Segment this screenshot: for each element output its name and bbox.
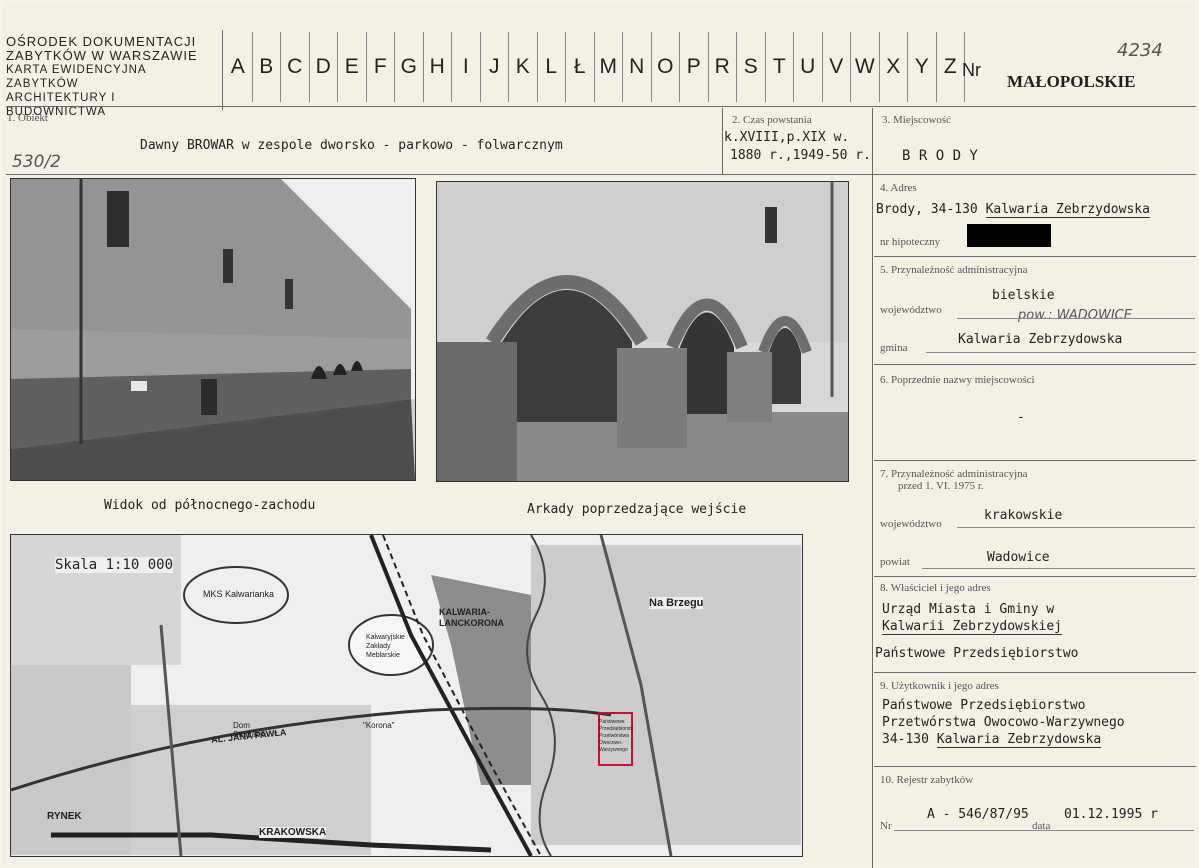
admin-before-powiat-label: powiat [880, 556, 910, 568]
admin-woj-value: bielskie [992, 288, 1055, 303]
admin-before-label-2: przed 1. VI. 1975 r. [898, 480, 984, 492]
place-value: B R O D Y [902, 148, 978, 164]
hipoteczny-label: nr hipoteczny [880, 236, 941, 248]
admin-before-woj-label: województwo [880, 518, 942, 530]
prev-names-label: 6. Poprzednie nazwy miejscowości [880, 374, 1035, 386]
index-letter: C [281, 32, 310, 102]
time-line2: 1880 r.,1949-50 r. [730, 148, 871, 163]
map-label-zaklady: Kalwaryjskie Zakłady Meblarskie [366, 634, 405, 659]
owner-line3: Państwowe Przedsiębiorstwo [875, 646, 1079, 661]
index-letter: W [851, 32, 880, 102]
index-letter: U [794, 32, 823, 102]
map-label-kalwarianka: MKS Kalwarianka [203, 589, 275, 599]
object-label: 1. Obiekt [7, 112, 48, 124]
map-label-krakowska: KRAKOWSKA [259, 827, 327, 838]
owner-line1: Urząd Miasta i Gminy w [882, 602, 1055, 617]
nr-value: 4234 [1117, 40, 1163, 61]
index-letter: A [224, 32, 253, 102]
record-card: OŚRODEK DOKUMENTACJI ZABYTKÓW W WARSZAWI… [2, 2, 1197, 868]
index-letter: T [766, 32, 794, 102]
user-line3: 34-130 Kalwaria Zebrzydowska [882, 732, 1102, 748]
map-label-dom-strazacki: Dom Strażacki [233, 721, 266, 739]
user-line1: Państwowe Przedsiębiorstwo [882, 698, 1086, 713]
index-letter: N [623, 32, 652, 102]
owner-label: 8. Właściciel i jego adres [880, 582, 991, 594]
photo-building-northwest [10, 178, 416, 481]
index-letter: I [452, 32, 481, 102]
admin-label: 5. Przynależność administracyjna [880, 264, 1028, 276]
index-letter: J [481, 32, 509, 102]
admin-before-label-1: 7. Przynależność administracyjna [880, 468, 1028, 480]
register-nr-value: A - 546/87/95 [927, 807, 1029, 822]
index-letter: F [367, 32, 395, 102]
time-label: 2. Czas powstania [732, 114, 812, 126]
user-line2: Przetwórstwa Owocowo-Warzywnego [882, 715, 1125, 730]
location-map: Skala 1:10 000 MKS Kalwarianka KALWARIA-… [10, 534, 803, 857]
user-line3-prefix: 34-130 [882, 732, 937, 747]
photo-caption-right: Arkady poprzedzające wejście [527, 502, 747, 517]
admin-hand-note: pow.: WADOWICE [1018, 308, 1132, 323]
map-label-korona: "Korona" [363, 721, 395, 730]
institution-line: OŚRODEK DOKUMENTACJI [6, 34, 197, 49]
index-letter: K [509, 32, 538, 102]
region: MAŁOPOLSKIE [1007, 72, 1136, 91]
user-label: 9. Użytkownik i jego adres [880, 680, 999, 692]
index-letter: L [538, 32, 566, 102]
index-letter: P [680, 32, 709, 102]
index-letter: X [880, 32, 908, 102]
admin-woj-label: województwo [880, 304, 942, 316]
index-letter: R [709, 32, 737, 102]
map-label-na-brzegu: Na Brzegu [649, 597, 704, 609]
register-label: 10. Rejestr zabytków [880, 774, 974, 786]
index-letter: G [395, 32, 424, 102]
object-hand-note: 530/2 [12, 152, 61, 172]
institution-line: KARTA EWIDENCYJNA ZABYTKÓW [6, 64, 146, 90]
address-label: 4. Adres [880, 182, 917, 194]
index-letter: D [310, 32, 338, 102]
owner-line2: Kalwarii Zebrzydowskiej [882, 619, 1063, 635]
index-letter: V [823, 32, 851, 102]
index-letter: E [338, 32, 367, 102]
index-letter: H [424, 32, 452, 102]
index-letter: Y [908, 32, 937, 102]
index-letter: Z [937, 32, 965, 102]
admin-before-woj-value: krakowskie [984, 508, 1063, 523]
address-value: Brody, 34-130 Kalwaria Zebrzydowska [876, 202, 1150, 218]
prev-names-value: - [1017, 410, 1025, 425]
index-letter: O [652, 32, 680, 102]
place-label: 3. Miejscowość [882, 114, 952, 126]
admin-gmina-label: gmina [880, 342, 908, 354]
map-label-station: KALWARIA-LANCKORONA [439, 607, 504, 628]
index-letter: M [595, 32, 623, 102]
index-letter: Ł [566, 32, 595, 102]
photo-caption-left: Widok od północnego-zachodu [104, 498, 316, 513]
address-town: Kalwaria Zebrzydowska [985, 202, 1150, 218]
admin-before-powiat-value: Wadowice [987, 550, 1050, 565]
nr-label: Nr [962, 60, 981, 80]
map-label-rynek: RYNEK [47, 811, 82, 822]
map-label-przedsiebiorstwo: Państwowe Przedsiębiorstwo Przetwórstwa … [599, 719, 633, 753]
address-prefix: Brody, 34-130 [876, 202, 986, 217]
index-letter: B [253, 32, 281, 102]
index-letter: S [737, 32, 766, 102]
redacted-block [967, 224, 1051, 247]
object-value: Dawny BROWAR w zespole dworsko - parkowo… [140, 138, 563, 153]
photo-arcades [436, 181, 849, 482]
time-line1: k.XVIII,p.XIX w. [724, 130, 850, 145]
institution-line: ZABYTKÓW W WARSZAWIE [6, 48, 198, 63]
map-scale: Skala 1:10 000 [55, 557, 174, 573]
user-line3-town: Kalwaria Zebrzydowska [936, 732, 1102, 748]
admin-gmina-value: Kalwaria Zebrzydowska [958, 332, 1123, 347]
register-date-value: 01.12.1995 r [1064, 807, 1158, 822]
register-nr-label: Nr [880, 820, 892, 832]
index-letters: A B C D E F G H I J K L Ł M N O P R S T … [224, 32, 965, 102]
